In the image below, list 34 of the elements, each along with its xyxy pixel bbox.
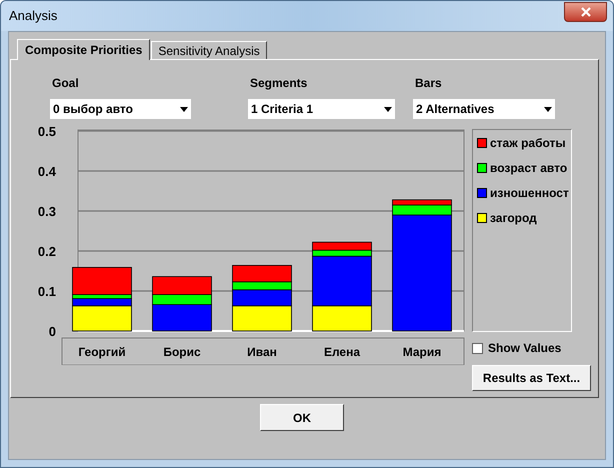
caret-icon: [544, 106, 552, 112]
category-label: Елена: [324, 345, 360, 359]
category-label: Иван: [247, 345, 277, 359]
dropdown[interactable]: 0 выбор авто: [50, 99, 191, 119]
axis-tick-label: 0.5: [38, 124, 56, 139]
axis-tick-label: 0.1: [38, 284, 56, 299]
checkbox-label: Show Values: [488, 340, 562, 357]
legend-label: загород: [490, 210, 537, 227]
legend-label: изношенност: [490, 185, 569, 202]
axis-tick-label: 0.3: [38, 204, 56, 219]
category-label: Мария: [402, 345, 442, 359]
legend-label: стаж работы: [490, 135, 566, 152]
window-title: Analysis: [9, 7, 58, 26]
dropdown[interactable]: 2 Alternatives: [413, 99, 555, 119]
category-label: Борис: [163, 345, 201, 359]
bar-segment: [312, 242, 372, 251]
selector-label: Bars: [414, 75, 443, 92]
results-as-text-button[interactable]: Results as Text...: [472, 365, 591, 391]
dropdown[interactable]: 1 Criteria 1: [248, 99, 395, 119]
selector-label: Goal: [51, 75, 80, 92]
category-label: Георгий: [78, 345, 126, 359]
axis-tick-label: 0.4: [38, 164, 56, 179]
axis-tick-label: 0.2: [38, 244, 56, 259]
tab[interactable]: Sensitivity Analysis: [151, 41, 267, 59]
tab[interactable]: Composite Priorities: [17, 39, 150, 60]
axis-tick-label: 0: [48, 324, 56, 339]
close-button[interactable]: [564, 2, 607, 22]
ok-button[interactable]: OK: [260, 404, 344, 431]
show-values-checkbox[interactable]: [472, 342, 483, 354]
close-icon: [580, 7, 590, 17]
selector-label: Segments: [249, 75, 308, 92]
caret-icon: [180, 106, 188, 112]
caret-icon: [384, 106, 392, 112]
legend-label: возраст авто: [490, 160, 568, 177]
